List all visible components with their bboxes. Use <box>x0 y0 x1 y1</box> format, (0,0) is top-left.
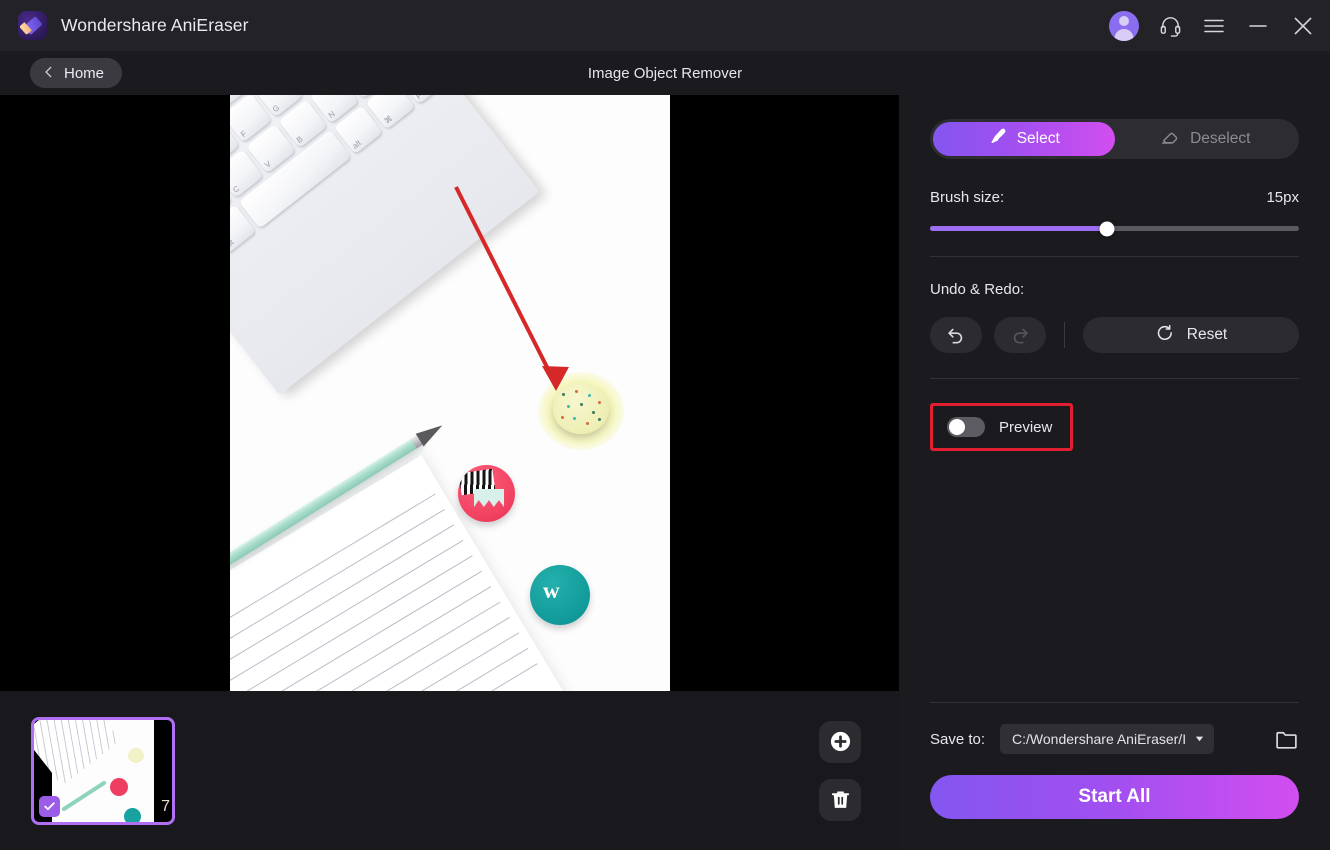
user-avatar-icon[interactable] <box>1109 10 1139 41</box>
close-icon[interactable] <box>1290 13 1316 39</box>
minimize-icon[interactable] <box>1246 14 1270 38</box>
undo-redo-label: Undo & Redo: <box>930 281 1025 298</box>
preview-toggle-knob <box>949 419 965 435</box>
brush-size-value: 15px <box>1266 189 1299 206</box>
eraser-icon <box>1160 127 1180 152</box>
brush-size-label: Brush size: <box>930 189 1005 206</box>
brush-size-slider[interactable] <box>930 221 1299 236</box>
divider-vertical <box>1064 322 1065 348</box>
thumbnail-keyboard <box>34 719 121 786</box>
thumbnail-badge-pink <box>110 777 128 796</box>
anieraser-logo-icon <box>18 11 47 40</box>
headset-icon[interactable] <box>1159 14 1182 37</box>
select-tool-tab[interactable]: Select <box>933 122 1115 156</box>
source-photo: QWER TYUI ASDF GHJK ZXCV BNML ⌘alt alt⌘P <box>230 95 670 691</box>
brush-size-row: Brush size: 15px <box>930 189 1299 206</box>
start-all-label: Start All <box>1078 786 1151 807</box>
deselect-tool-label: Deselect <box>1190 130 1251 147</box>
divider-3 <box>930 702 1299 703</box>
tool-mode-switch: Select Deselect <box>930 119 1299 159</box>
hamburger-menu-icon[interactable] <box>1202 14 1226 38</box>
preview-label: Preview <box>999 418 1053 436</box>
brush-slider-fill <box>930 226 1108 231</box>
home-button-label: Home <box>64 64 105 82</box>
notepad-object <box>230 455 576 691</box>
divider-2 <box>930 378 1299 379</box>
app-title: Wondershare AniEraser <box>61 15 249 35</box>
window-controls <box>1109 10 1316 41</box>
tool-panel: Select Deselect Brush size: 15px Undo & … <box>899 95 1330 850</box>
preview-toggle[interactable] <box>947 417 985 437</box>
brush-slider-thumb[interactable] <box>1099 221 1115 236</box>
thumbnail-checkbox[interactable] <box>39 795 60 817</box>
film-strip-tools <box>819 691 861 850</box>
badge-pink-object <box>458 465 515 522</box>
undo-redo-row: Reset <box>930 317 1299 353</box>
browse-folder-button[interactable] <box>1274 727 1299 752</box>
save-path-dropdown[interactable]: C:/Wondershare AniEraser/I <box>1000 724 1215 754</box>
thumbnail-image <box>34 719 154 822</box>
chevron-left-icon <box>42 65 56 82</box>
panel-spacer <box>930 451 1299 702</box>
divider-1 <box>930 256 1299 257</box>
home-button[interactable]: Home <box>30 58 123 88</box>
select-tool-label: Select <box>1016 130 1060 147</box>
save-to-label: Save to: <box>930 730 986 748</box>
title-bar: Wondershare AniEraser <box>0 0 1330 51</box>
brand: Wondershare AniEraser <box>18 11 249 40</box>
image-canvas[interactable]: QWER TYUI ASDF GHJK ZXCV BNML ⌘alt alt⌘P <box>0 95 899 691</box>
deselect-tool-tab[interactable]: Deselect <box>1115 122 1297 156</box>
page-title: Image Object Remover <box>587 64 743 82</box>
badge-yellow-object <box>553 384 609 434</box>
thumbnail-index: 7 <box>161 797 170 815</box>
thumbnail-item[interactable]: 7 <box>31 716 175 825</box>
main-body: QWER TYUI ASDF GHJK ZXCV BNML ⌘alt alt⌘P <box>0 95 1330 850</box>
save-path-value: C:/Wondershare AniEraser/I <box>1012 731 1187 747</box>
brush-icon <box>988 127 1007 151</box>
badge-teal-object: w <box>530 565 590 625</box>
reset-icon <box>1155 323 1175 348</box>
undo-button[interactable] <box>930 317 982 353</box>
keyboard-object: QWER TYUI ASDF GHJK ZXCV BNML ⌘alt alt⌘P <box>230 95 540 395</box>
reset-label: Reset <box>1186 326 1228 343</box>
delete-image-button[interactable] <box>819 778 861 821</box>
thumbnail-badge-yellow <box>128 747 144 763</box>
thumbnail-badge-teal <box>124 807 141 822</box>
save-to-row: Save to: C:/Wondershare AniEraser/I <box>930 724 1299 754</box>
film-strip: 7 <box>0 691 899 850</box>
workspace: QWER TYUI ASDF GHJK ZXCV BNML ⌘alt alt⌘P <box>0 95 899 850</box>
anieraser-window: Wondershare AniEraser Home Image Object … <box>0 0 1330 850</box>
sub-toolbar: Home Image Object Remover <box>0 51 1330 95</box>
preview-highlight-box: Preview <box>930 403 1074 451</box>
redo-button[interactable] <box>994 317 1046 353</box>
start-all-button[interactable]: Start All <box>930 775 1299 819</box>
thumbnail-pen <box>61 779 107 812</box>
add-image-button[interactable] <box>819 720 861 763</box>
chevron-down-icon <box>1194 731 1205 747</box>
reset-button[interactable]: Reset <box>1083 317 1299 353</box>
